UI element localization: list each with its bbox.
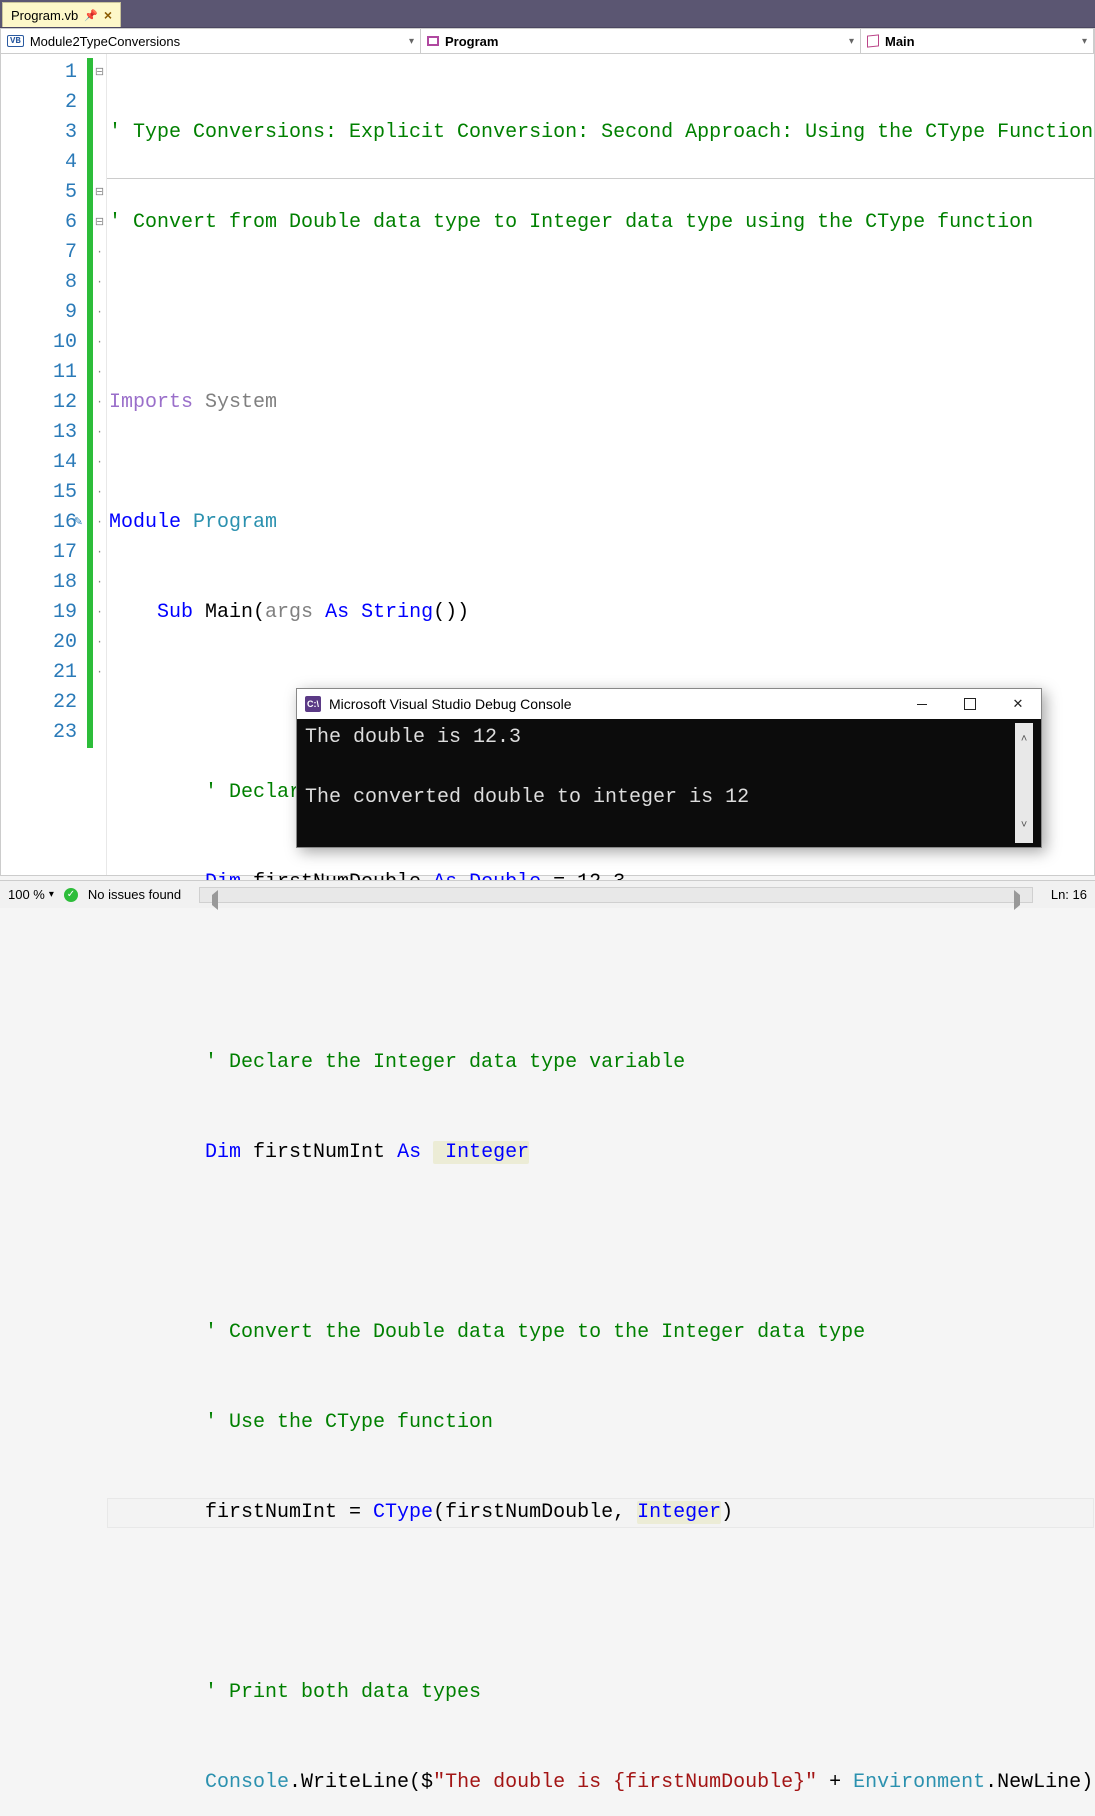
vb-badge-icon: VB [7,35,24,47]
document-tab-program[interactable]: Program.vb 📌 × [2,2,121,27]
line-number: 13 [1,418,77,448]
code-text: Integer [433,1141,529,1164]
code-text: Environment [853,1771,985,1794]
code-text: System [193,391,277,414]
scope-dropdown[interactable]: VB Module2TypeConversions ▾ [1,29,421,53]
line-number: 22 [1,688,77,718]
chevron-down-icon: ▾ [1082,36,1087,47]
line-number: 16✎ [1,508,77,538]
code-text: + [817,1771,853,1794]
code-text: Main( [193,601,265,624]
console-title-text: Microsoft Visual Studio Debug Console [329,696,572,712]
line-number: 4 [1,148,77,178]
scroll-up-icon[interactable]: ˄ [1021,725,1028,755]
code-text: ) [721,1501,733,1524]
line-number: 23 [1,718,77,748]
tab-label: Program.vb [11,8,78,23]
code-text: Imports [109,391,193,414]
code-text: ' Convert from Double data type to Integ… [109,211,1033,234]
line-number: 20 [1,628,77,658]
outlining-margin[interactable]: ⊟ ⊟⊟ ···· ···· ···· ··· [93,54,107,875]
line-number: 2 [1,88,77,118]
debug-console-window[interactable]: C:\ Microsoft Visual Studio Debug Consol… [296,688,1042,848]
code-text: Program [181,511,277,534]
zoom-combo[interactable]: 100 % ▾ [8,887,54,902]
pin-icon[interactable]: 📌 [84,9,98,22]
code-text: "The double is {firstNumDouble}" [433,1771,817,1794]
code-text: firstNumInt [241,1141,397,1164]
line-number: 18 [1,568,77,598]
maximize-button[interactable] [955,693,985,715]
code-navigation-bar: VB Module2TypeConversions ▾ Program ▾ Ma… [0,28,1095,54]
ok-check-icon: ✓ [64,888,78,902]
horizontal-scrollbar[interactable] [199,887,1033,903]
member-label: Main [885,34,915,49]
line-number: 9 [1,298,77,328]
code-text: ' Print both data types [205,1681,481,1704]
line-number: 21 [1,658,77,688]
member-dropdown[interactable]: Main ▾ [861,29,1094,53]
line-number: 11 [1,358,77,388]
issues-label: No issues found [88,887,181,902]
line-number-gutter: 12345678910111213141516✎17181920212223 [1,54,87,875]
code-text: firstNumInt = [205,1501,373,1524]
code-text: ()) [433,601,469,624]
chevron-down-icon: ▾ [409,36,414,47]
close-button[interactable] [1003,693,1033,715]
code-text: .WriteLine($ [289,1771,433,1794]
code-text: ' Use the CType function [205,1411,493,1434]
module-icon [427,36,439,46]
code-text: Module [109,511,181,534]
editor-statusbar: 100 % ▾ ✓ No issues found Ln: 16 [0,880,1095,908]
code-text: Dim [205,1141,241,1164]
zoom-value: 100 % [8,887,45,902]
minimize-button[interactable] [907,693,937,715]
code-text: String [349,601,433,624]
console-titlebar[interactable]: C:\ Microsoft Visual Studio Debug Consol… [297,689,1041,719]
code-text: .NewLine) [985,1771,1093,1794]
line-number: 7 [1,238,77,268]
line-number: 1 [1,58,77,88]
method-cube-icon [867,34,879,47]
code-text: Integer [637,1501,721,1524]
console-scrollbar[interactable]: ˄ ˅ [1015,723,1033,843]
code-text: ' Convert the Double data type to the In… [205,1321,865,1344]
code-text: As [397,1141,421,1164]
line-number: 6 [1,208,77,238]
code-text: (firstNumDouble, [433,1501,637,1524]
scroll-down-icon[interactable]: ˅ [1021,811,1028,841]
code-text: CType [373,1501,433,1524]
class-dropdown[interactable]: Program ▾ [421,29,861,53]
line-number: 12 [1,388,77,418]
current-line: firstNumInt = CType(firstNumDouble, Inte… [107,1498,1094,1528]
document-tabbar: Program.vb 📌 × [0,0,1095,28]
code-text: ' Type Conversions: Explicit Conversion:… [109,121,1093,144]
console-body: The double is 12.3 The converted double … [297,719,1041,847]
line-number: 15 [1,478,77,508]
chevron-down-icon: ▾ [849,36,854,47]
line-number: 10 [1,328,77,358]
code-text: args [265,601,325,624]
line-number: 17 [1,538,77,568]
scope-label: Module2TypeConversions [30,34,180,49]
code-text: Sub [157,601,193,624]
line-number: 19 [1,598,77,628]
console-output: The double is 12.3 The converted double … [305,723,1015,843]
class-label: Program [445,34,498,49]
line-number: 8 [1,268,77,298]
line-number: 3 [1,118,77,148]
edit-marker-icon: ✎ [74,508,83,538]
chevron-down-icon: ▾ [49,889,54,900]
line-indicator: Ln: 16 [1051,887,1087,902]
code-text: Console [205,1771,289,1794]
line-number: 14 [1,448,77,478]
code-text: As [325,601,349,624]
line-number: 5 [1,178,77,208]
console-app-icon: C:\ [305,696,321,712]
close-icon[interactable]: × [104,7,112,23]
code-text: ' Declare the Integer data type variable [205,1051,685,1074]
